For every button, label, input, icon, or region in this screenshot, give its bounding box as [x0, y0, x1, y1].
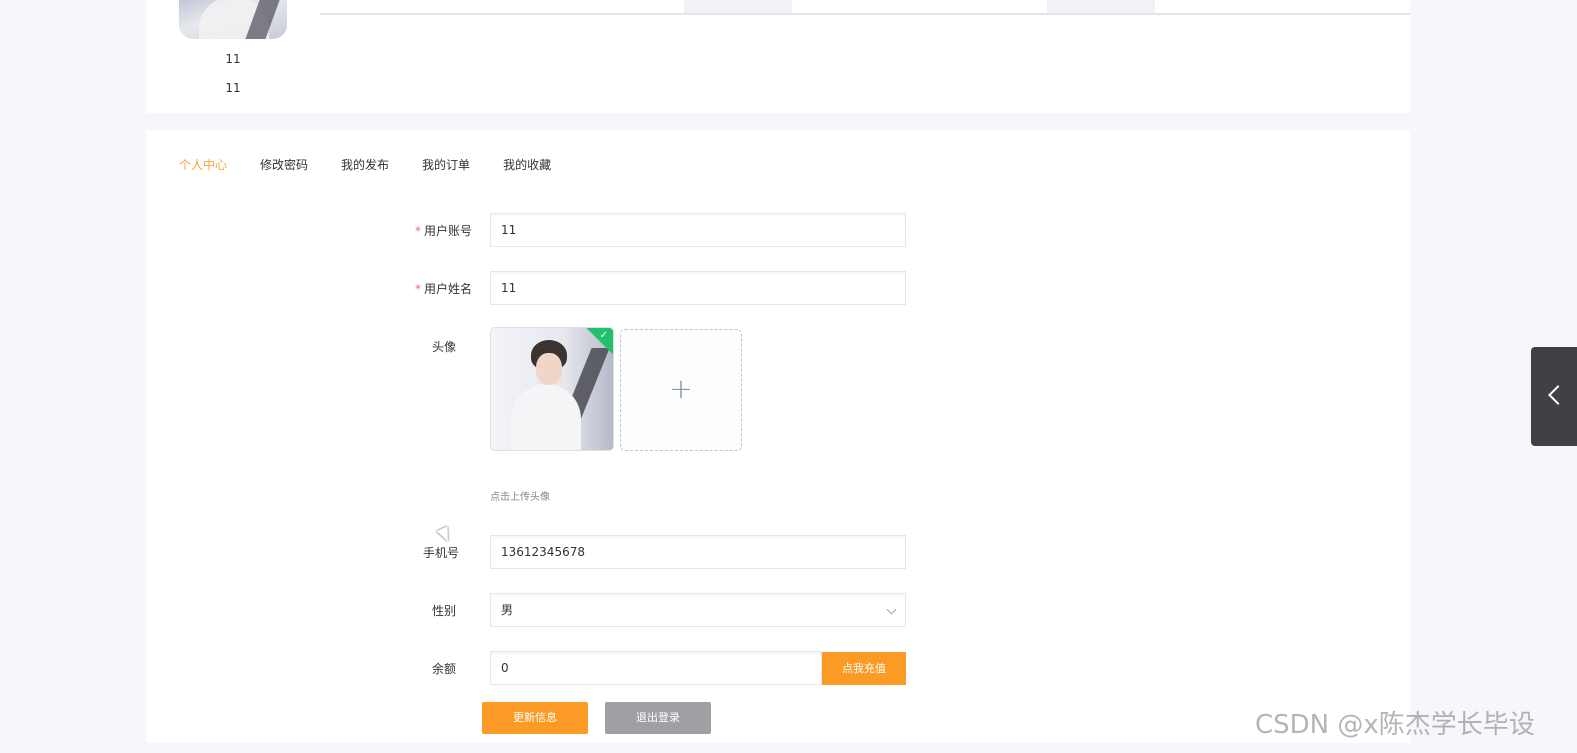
profile-name: 11 [225, 52, 241, 66]
profile-username: 11 [225, 81, 241, 95]
avatar-upload-button[interactable]: + [620, 329, 742, 451]
gender-selected-value: 男 [501, 603, 514, 617]
logout-button[interactable]: 退出登录 [605, 702, 711, 734]
tab-personal-center[interactable]: 个人中心 [179, 156, 227, 173]
plus-icon: + [669, 372, 693, 406]
required-marker: * [414, 224, 421, 238]
avatar-upload-tip: 点击上传头像 [490, 492, 550, 503]
chevron-left-icon [1548, 385, 1568, 405]
account-label: * 用户账号 [414, 224, 472, 238]
tab-my-orders[interactable]: 我的订单 [422, 156, 470, 173]
phone-label: 手机号 [422, 546, 459, 560]
avatar-label: 头像 [431, 340, 456, 354]
tab-change-password[interactable]: 修改密码 [260, 156, 308, 173]
side-panel-toggle[interactable] [1531, 347, 1577, 446]
name-label: * 用户姓名 [414, 282, 472, 296]
profile-summary-card: 11 11 [146, 0, 1410, 113]
name-field[interactable] [490, 271, 906, 305]
required-marker: * [414, 282, 421, 296]
chevron-down-icon [886, 604, 897, 615]
recharge-button[interactable]: 点我充值 [822, 652, 906, 685]
phone-field[interactable] [490, 535, 906, 569]
update-info-button[interactable]: 更新信息 [482, 702, 588, 734]
tab-my-favorites[interactable]: 我的收藏 [503, 156, 551, 173]
balance-label: 余额 [431, 662, 456, 676]
balance-field[interactable] [490, 651, 822, 685]
gender-select[interactable]: 男 [490, 593, 906, 627]
avatar-uploaded-image[interactable]: ✓ [490, 327, 614, 451]
user-center-tabs: 个人中心 修改密码 我的发布 我的订单 我的收藏 [179, 156, 551, 173]
account-field[interactable] [490, 213, 906, 247]
tab-my-posts[interactable]: 我的发布 [341, 156, 389, 173]
watermark: CSDN @x陈杰学长毕设 [1255, 710, 1535, 740]
user-center-panel: 个人中心 修改密码 我的发布 我的订单 我的收藏 *用户账号 *用户姓名 头像 … [146, 130, 1410, 743]
check-icon: ✓ [599, 330, 608, 341]
profile-avatar [179, 0, 287, 39]
top-tabs-strip [320, 0, 1410, 15]
gender-label: 性别 [431, 604, 456, 618]
